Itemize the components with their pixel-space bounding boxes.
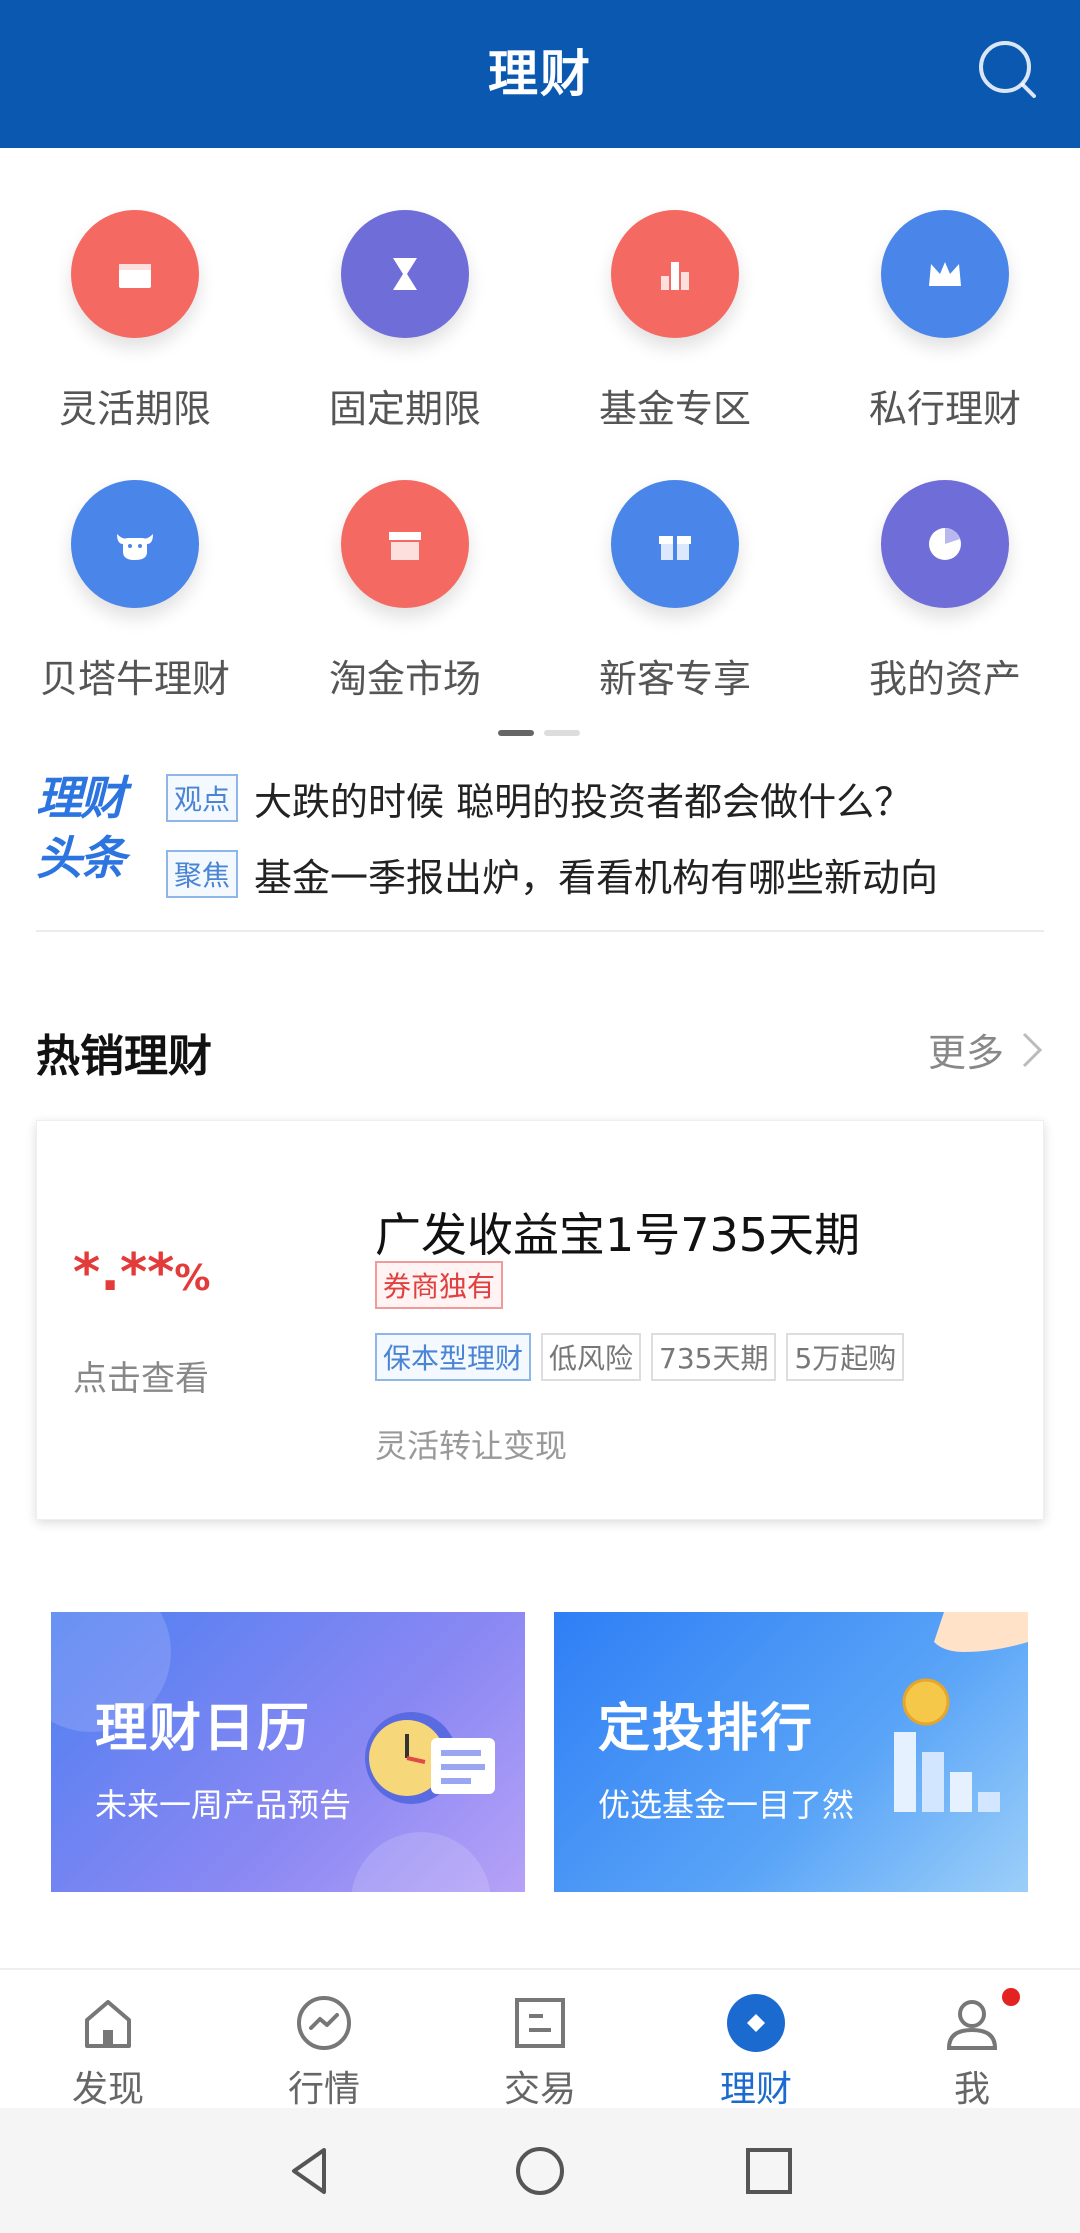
grid-item-fund-zone[interactable]: 基金专区	[540, 210, 810, 433]
grid-item-label: 淘金市场	[328, 657, 481, 701]
coin-chart-icon	[894, 1612, 1028, 1812]
page-dot	[544, 730, 580, 736]
home-icon	[85, 2000, 131, 2048]
nav-label: 我	[953, 2069, 990, 2110]
wallet-icon	[71, 210, 199, 338]
product-tag: 低风险	[541, 1333, 642, 1381]
exclusive-badge: 券商独有	[375, 1261, 504, 1309]
news-tag: 观点	[166, 774, 239, 822]
grid-item-label: 灵活期限	[58, 387, 211, 431]
grid-item-label: 固定期限	[328, 387, 481, 431]
news-text: 基金一季报出炉，看看机构有哪些新动向	[254, 855, 939, 900]
nav-label: 发现	[71, 2069, 144, 2110]
notification-badge	[1002, 1988, 1020, 2006]
product-tag: 保本型理财	[375, 1333, 532, 1381]
product-rate: *.**%	[73, 1243, 211, 1303]
hourglass-icon	[341, 210, 469, 338]
nav-finance[interactable]: 理财	[648, 1992, 864, 2112]
back-icon[interactable]	[282, 2144, 336, 2198]
banner-subtitle: 优选基金一目了然	[598, 1786, 855, 1824]
news-item[interactable]: 聚焦 基金一季报出炉，看看机构有哪些新动向	[166, 844, 954, 904]
grid-item-label: 私行理财	[868, 387, 1021, 431]
headline-news[interactable]: 理财 头条 观点 大跌的时候 聪明的投资者都会做什么？ 聚焦 基金一季报出炉，看…	[36, 760, 1044, 930]
divider	[36, 930, 1044, 932]
nav-me[interactable]: 我	[864, 1988, 1080, 2112]
user-icon	[946, 2000, 998, 2050]
product-description: 灵活转让变现	[375, 1427, 568, 1465]
product-tag: 5万起购	[786, 1333, 905, 1381]
system-navigation-bar	[0, 2108, 1080, 2233]
grid-item-label: 我的资产	[868, 657, 1021, 701]
grid-item-beta-bull[interactable]: 贝塔牛理财	[0, 480, 270, 703]
page-dot-active	[498, 730, 534, 736]
gift-icon	[611, 480, 739, 608]
trend-icon	[297, 1996, 351, 2050]
nav-market[interactable]: 行情	[216, 1992, 432, 2112]
view-rate-hint[interactable]: 点击查看	[73, 1351, 209, 1400]
nav-label: 理财	[719, 2069, 792, 2110]
grid-item-label: 新客专享	[598, 657, 751, 701]
bar-chart-icon	[611, 210, 739, 338]
banner-subtitle: 未来一周产品预告	[95, 1786, 352, 1824]
store-icon	[341, 480, 469, 608]
grid-item-gold-market[interactable]: 淘金市场	[270, 480, 540, 703]
product-name: 广发收益宝1号735天期	[375, 1208, 861, 1262]
home-circle-icon[interactable]	[513, 2144, 567, 2198]
nav-label: 交易	[503, 2069, 576, 2110]
bottom-navigation: 发现 行情 交易 理财 我	[0, 1968, 1080, 2110]
news-item[interactable]: 观点 大跌的时候 聪明的投资者都会做什么？	[166, 768, 954, 828]
decor-bubble	[351, 1832, 491, 1892]
banner-title: 理财日历	[95, 1699, 312, 1759]
grid-item-label: 贝塔牛理财	[39, 657, 230, 701]
grid-page-indicator	[498, 730, 582, 736]
more-link[interactable]: 更多	[928, 1022, 1044, 1077]
nav-discover[interactable]: 发现	[0, 1992, 216, 2112]
banner-finance-calendar[interactable]: 理财日历 未来一周产品预告	[51, 1612, 525, 1892]
alarm-clock-icon	[365, 1712, 495, 1804]
page-title: 理财	[488, 45, 592, 103]
nav-label: 行情	[287, 2069, 360, 2110]
pie-chart-icon	[881, 480, 1009, 608]
app-header: 理财	[0, 0, 1080, 148]
bull-icon	[71, 480, 199, 608]
nav-trade[interactable]: 交易	[432, 1992, 648, 2112]
headline-news-logo: 理财 头条	[36, 771, 126, 885]
product-tags: 保本型理财 低风险 735天期 5万起购	[375, 1333, 914, 1381]
grid-item-flexible-term[interactable]: 灵活期限	[0, 210, 270, 433]
section-title: 热销理财	[36, 1031, 212, 1082]
trade-icon	[515, 1998, 565, 2048]
product-tag: 735天期	[651, 1333, 777, 1381]
news-tag: 聚焦	[166, 850, 239, 898]
product-card[interactable]: *.**% 点击查看 广发收益宝1号735天期 券商独有 保本型理财 低风险 7…	[36, 1120, 1044, 1520]
news-text: 大跌的时候 聪明的投资者都会做什么？	[254, 779, 913, 824]
banner-investment-ranking[interactable]: 定投排行 优选基金一目了然	[554, 1612, 1028, 1892]
grid-item-new-customer[interactable]: 新客专享	[540, 480, 810, 703]
grid-item-fixed-term[interactable]: 固定期限	[270, 210, 540, 433]
chevron-right-icon	[1022, 1032, 1043, 1067]
search-button[interactable]	[972, 34, 1042, 104]
grid-item-label: 基金专区	[598, 387, 751, 431]
finance-icon	[727, 1994, 785, 2052]
banner-title: 定投排行	[598, 1699, 815, 1759]
recents-icon[interactable]	[742, 2144, 796, 2198]
grid-item-private-banking[interactable]: 私行理财	[810, 210, 1080, 433]
grid-item-my-assets[interactable]: 我的资产	[810, 480, 1080, 703]
search-icon	[979, 41, 1036, 98]
crown-icon	[881, 210, 1009, 338]
